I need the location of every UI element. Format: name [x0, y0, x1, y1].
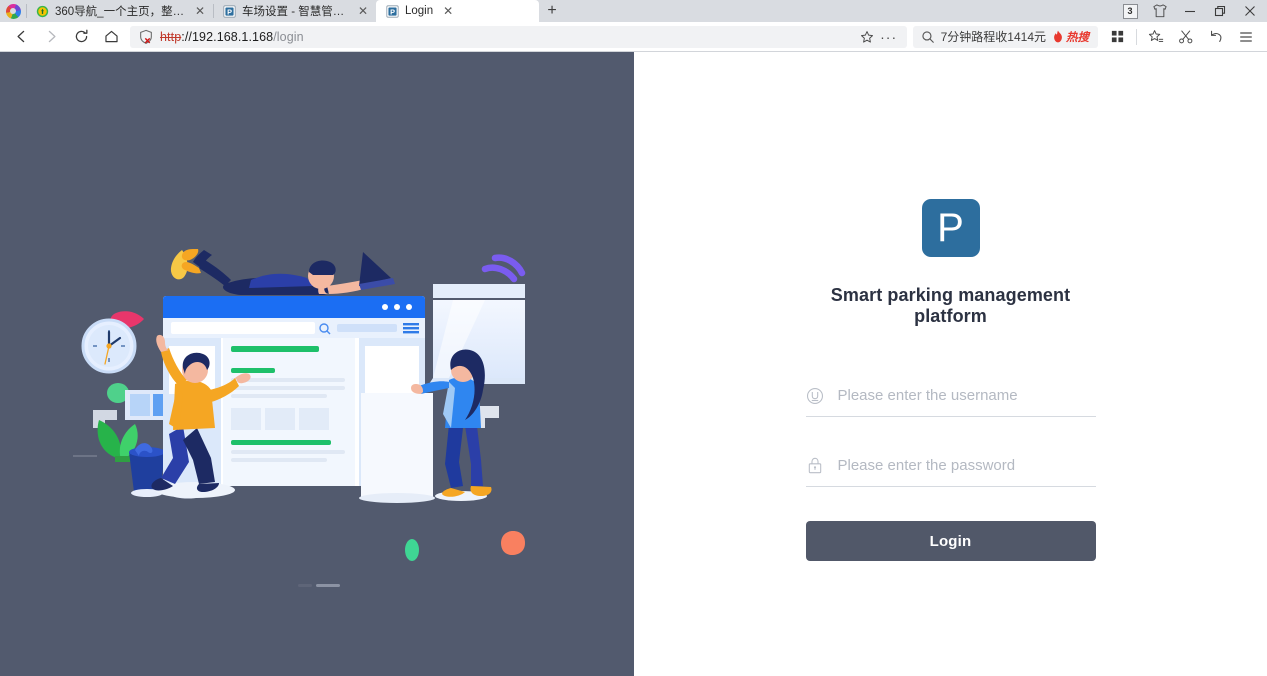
- maximize-button[interactable]: [1205, 0, 1235, 22]
- notification-count-button[interactable]: 3: [1115, 0, 1145, 22]
- browser-window: 360导航_一个主页，整个世界 ✕ P 车场设置 - 智慧管理系统 ✕ P Lo…: [0, 0, 1267, 676]
- back-button[interactable]: [6, 24, 36, 50]
- hot-search-label: 热搜: [1066, 31, 1089, 44]
- shield-warning-icon: [140, 29, 152, 44]
- new-tab-button[interactable]: +: [539, 0, 565, 22]
- reload-icon: [75, 29, 87, 43]
- lock-icon: [806, 457, 824, 475]
- tab-strip: 360导航_一个主页，整个世界 ✕ P 车场设置 - 智慧管理系统 ✕ P Lo…: [0, 0, 1267, 22]
- menu-button[interactable]: [1231, 24, 1261, 50]
- green-teardrop-small: [405, 539, 419, 561]
- minimize-icon: [1185, 10, 1195, 13]
- svg-text:P: P: [227, 7, 232, 16]
- username-input[interactable]: [837, 387, 1096, 404]
- search-icon: [921, 30, 934, 43]
- password-field-row: [805, 447, 1096, 487]
- orange-blob: [501, 531, 525, 555]
- search-box[interactable]: 7分钟路程收1414元 热搜: [912, 25, 1098, 48]
- user-circle-icon: [806, 387, 824, 405]
- tab-title: Login: [405, 5, 434, 17]
- login-panel: P Smart parking management platform Plea…: [634, 52, 1267, 676]
- 360-nav-icon: [36, 5, 49, 17]
- address-bar-actions: ···: [857, 27, 899, 47]
- hot-search-badge: 热搜: [1052, 29, 1089, 45]
- tab-title: 360导航_一个主页，整个世界: [55, 6, 186, 18]
- address-bar-url: http://192.168.1.168/login: [160, 30, 304, 44]
- star-outline-icon: [860, 30, 873, 43]
- search-suggestion-text: 7分钟路程收1414元: [940, 30, 1046, 44]
- url-scheme: http: [160, 29, 182, 44]
- apps-grid-icon: [1111, 30, 1123, 43]
- app-logo: P: [921, 199, 980, 257]
- arrow-left-icon: [16, 30, 24, 43]
- browser-tab-2[interactable]: P 车场设置 - 智慧管理系统 ✕: [213, 0, 376, 22]
- logo-wrapper: P: [806, 199, 1096, 257]
- more-options-icon[interactable]: ···: [879, 27, 899, 47]
- apps-grid-button[interactable]: [1102, 24, 1132, 50]
- home-icon: [104, 30, 118, 43]
- window-controls: 3: [1115, 0, 1267, 22]
- browser-toolbar: http://192.168.1.168/login ··· 7分钟路程收141…: [0, 22, 1267, 52]
- url-path: /login: [273, 29, 304, 44]
- favorites-button[interactable]: [1141, 24, 1171, 50]
- page-content: P Smart parking management platform Plea…: [0, 52, 1267, 676]
- bottom-dashes: [298, 584, 340, 587]
- browser-logo: [0, 0, 26, 22]
- browser-tab-3[interactable]: P Login ✕: [376, 0, 539, 22]
- bookmark-star-icon[interactable]: [857, 27, 877, 47]
- website-building-illustration: [73, 249, 525, 503]
- password-input[interactable]: [837, 457, 1096, 474]
- close-icon: [1245, 6, 1255, 16]
- tshirt-icon: [1153, 4, 1167, 18]
- arrow-right-icon: [48, 30, 56, 43]
- toolbar-separator: [1136, 28, 1137, 45]
- screenshot-button[interactable]: [1171, 24, 1201, 50]
- minimize-button[interactable]: [1175, 0, 1205, 22]
- page-title: Smart parking management platform: [830, 285, 1071, 326]
- parking-p-icon: P: [386, 4, 399, 18]
- tab-close-button[interactable]: ✕: [194, 4, 206, 18]
- svg-text:P: P: [390, 7, 395, 16]
- hamburger-menu-icon: [1240, 31, 1252, 42]
- login-button[interactable]: Login: [805, 521, 1096, 561]
- illustration-panel: [0, 52, 634, 676]
- close-window-button[interactable]: [1235, 0, 1265, 22]
- reload-button[interactable]: [66, 24, 96, 50]
- browser-tab-1[interactable]: 360导航_一个主页，整个世界 ✕: [26, 0, 213, 22]
- home-button[interactable]: [96, 24, 126, 50]
- notification-count-badge: 3: [1122, 3, 1138, 19]
- tab-close-button[interactable]: ✕: [441, 4, 455, 18]
- skin-theme-button[interactable]: [1145, 0, 1175, 22]
- maximize-icon: [1214, 5, 1226, 17]
- tab-close-button[interactable]: ✕: [357, 4, 369, 18]
- undo-arrow-icon: [1211, 30, 1222, 42]
- undo-button[interactable]: [1201, 24, 1231, 50]
- url-host: 192.168.1.168: [191, 29, 274, 44]
- login-card: P Smart parking management platform Plea…: [805, 199, 1096, 561]
- url-separator: ://: [181, 29, 192, 44]
- parking-p-icon: P: [223, 4, 236, 18]
- favorites-star-icon: [1148, 29, 1164, 42]
- scissors-icon: [1179, 29, 1193, 43]
- browser-logo-ring: [5, 3, 21, 19]
- forward-button[interactable]: [36, 24, 66, 50]
- username-field-row: [805, 377, 1096, 417]
- flame-icon: [1054, 30, 1062, 43]
- tab-title: 车场设置 - 智慧管理系统: [242, 6, 349, 18]
- address-bar[interactable]: http://192.168.1.168/login ···: [130, 25, 907, 48]
